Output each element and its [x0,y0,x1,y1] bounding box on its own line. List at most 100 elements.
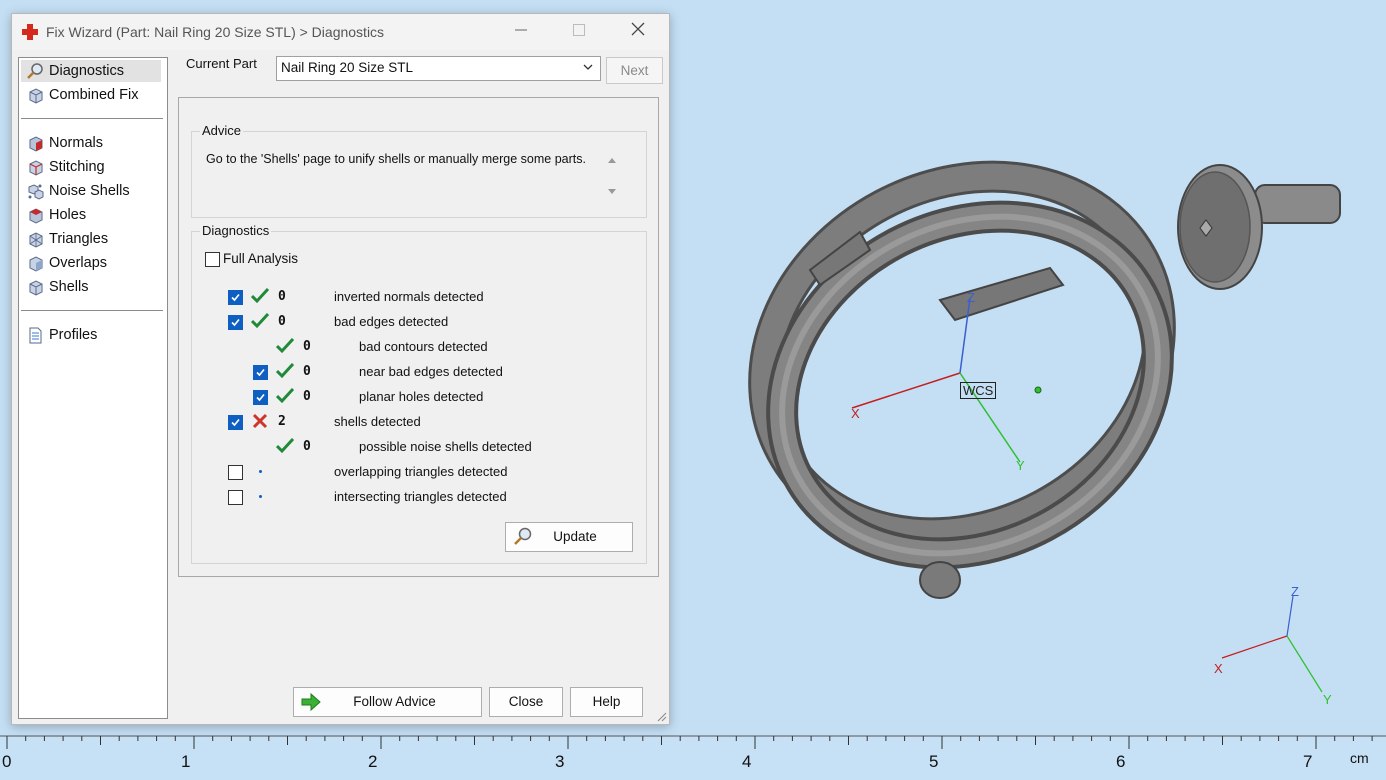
scroll-up-icon[interactable] [606,154,618,166]
diagnostic-checkbox[interactable] [228,415,243,430]
resize-grip-icon[interactable] [655,710,667,722]
advice-group: Advice Go to the 'Shells' page to unify … [191,123,647,218]
nav-item-combined-fix[interactable]: Combined Fix [21,84,161,106]
nav-item-overlaps[interactable]: Overlaps [21,252,161,274]
nav-label: Holes [49,207,87,223]
green-check-icon [251,313,269,329]
current-part-select[interactable]: Nail Ring 20 Size STL [276,56,601,81]
green-check-icon [276,363,294,379]
update-button[interactable]: Update [505,522,633,552]
overlaps-cube-icon [29,256,43,272]
nav-label: Profiles [49,327,98,343]
wcs-z-axis-label: Z [967,290,975,305]
green-check-icon [251,288,269,304]
advice-textbox[interactable]: Go to the 'Shells' page to unify shells … [202,146,616,204]
diagnostic-checkbox[interactable] [228,465,243,480]
ruler-label-3: 3 [555,752,565,771]
next-button[interactable]: Next [606,57,663,84]
advice-text: Go to the 'Shells' page to unify shells … [206,152,586,166]
diagnostic-count: 0 [278,314,286,329]
chevron-down-icon [583,64,593,70]
diagnostic-label: bad edges detected [334,314,449,329]
close-window-button[interactable] [615,14,661,50]
diagnostic-label: bad contours detected [359,339,488,354]
current-part-label: Current Part [186,56,257,71]
triangles-cube-icon [29,232,43,248]
wcs-label: WCS [960,382,997,399]
diagnostics-panel: Advice Go to the 'Shells' page to unify … [178,97,659,577]
titlebar[interactable]: Fix Wizard (Part: Nail Ring 20 Size STL)… [12,14,669,50]
stitching-cube-icon [29,160,43,176]
diagnostic-checkbox[interactable] [228,315,243,330]
window-title: Fix Wizard (Part: Nail Ring 20 Size STL)… [46,24,385,40]
nav-label: Combined Fix [49,87,139,103]
green-check-icon [276,338,294,354]
follow-advice-label: Follow Advice [353,694,436,709]
pending-dot-icon [259,470,262,473]
maximize-button [556,14,602,50]
diagnostic-count: 0 [303,364,311,379]
magnifier-icon [514,527,532,545]
diagnostics-group: Diagnostics Full Analysis 0 inverted norm… [191,223,647,564]
minimize-button[interactable] [498,14,544,50]
red-x-icon [252,413,268,429]
fix-wizard-dialog: Fix Wizard (Part: Nail Ring 20 Size STL)… [11,13,670,725]
ruler-label-5: 5 [929,752,939,771]
diagnostics-title: Diagnostics [200,223,272,238]
nav-item-shells[interactable]: Shells [21,276,161,298]
nav-item-stitching[interactable]: Stitching [21,156,161,178]
nav-item-holes[interactable]: Holes [21,204,161,226]
diagnostic-checkbox[interactable] [253,390,268,405]
nav-label: Shells [49,279,89,295]
scroll-down-icon[interactable] [606,186,618,198]
document-icon [29,327,42,344]
close-icon [631,22,645,36]
diagnostic-count: 0 [303,339,311,354]
nav-item-profiles[interactable]: Profiles [21,324,161,346]
wizard-nav: Diagnostics Combined Fix Normals Stitchi… [18,57,168,719]
diagnostic-label: overlapping triangles detected [334,464,508,479]
diagnostic-checkbox[interactable] [253,365,268,380]
nav-item-noise-shells[interactable]: Noise Shells [21,180,161,202]
update-label: Update [553,529,597,544]
diagnostic-checkbox[interactable] [228,290,243,305]
cube-icon [29,88,43,104]
red-cross-icon [22,24,38,40]
follow-advice-button[interactable]: Follow Advice [293,687,482,717]
diagnostic-count: 0 [303,389,311,404]
ruler-ticks [0,735,1386,749]
pending-dot-icon [259,495,262,498]
diagnostic-count: 0 [278,289,286,304]
advice-title: Advice [200,123,244,138]
diagnostic-label: shells detected [334,414,421,429]
nav-item-diagnostics[interactable]: Diagnostics [21,60,161,82]
diagnostic-label: planar holes detected [359,389,484,404]
ruler-label-7: 7 [1303,752,1313,771]
ruler-label-6: 6 [1116,752,1126,771]
full-analysis-checkbox[interactable] [205,252,220,267]
nav-item-triangles[interactable]: Triangles [21,228,161,250]
wcs-x-axis-label: X [851,406,860,421]
close-button[interactable]: Close [489,687,563,717]
help-button[interactable]: Help [570,687,643,717]
diagnostic-label: near bad edges detected [359,364,503,379]
green-check-icon [276,388,294,404]
diagnostic-label: intersecting triangles detected [334,489,507,504]
nav-label: Normals [49,135,103,151]
minimize-icon [515,29,527,31]
holes-cube-icon [29,208,43,224]
magnifier-icon [27,63,43,79]
diagnostic-count: 2 [278,414,286,429]
ruler-label-2: 2 [368,752,378,771]
nav-label: Triangles [49,231,109,247]
ruler-unit: cm [1350,750,1369,766]
nav-label: Diagnostics [49,63,124,79]
ruler: 0 1 2 3 4 5 6 7 cm [0,735,1386,780]
nav-item-normals[interactable]: Normals [21,132,161,154]
diagnostic-checkbox[interactable] [228,490,243,505]
current-part-value: Nail Ring 20 Size STL [281,60,414,75]
nav-divider [21,118,163,119]
wcs-y-axis-label: Y [1016,458,1025,473]
diagnostic-count: 0 [303,439,311,454]
diagnostic-label: inverted normals detected [334,289,484,304]
